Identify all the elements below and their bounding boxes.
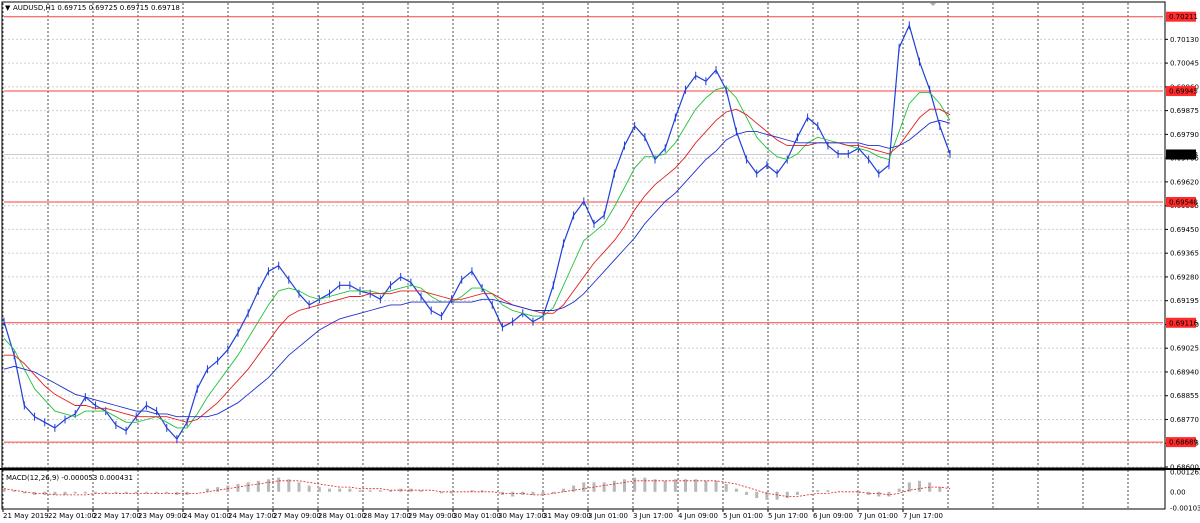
time-label: 4 Jun 09:00: [678, 512, 718, 520]
time-label: 28 May 17:00: [363, 512, 411, 520]
symbol-header: AUDUSD,H1 0.69715 0.69725 0.69715 0.6971…: [13, 4, 180, 12]
current-price-label: 0.69718: [1169, 151, 1198, 159]
time-label: 22 May 17:00: [93, 512, 141, 520]
trading-chart[interactable]: ▼ AUDUSD,H1 0.69715 0.69725 0.69715 0.69…: [0, 0, 1200, 523]
chart-background: [0, 0, 1200, 523]
price-tick-label: 0.68855: [1170, 392, 1199, 400]
price-tick-label: 0.69280: [1170, 273, 1199, 281]
level-tag-label: 0.70211: [1169, 13, 1198, 21]
macd-tick-label: -0.001032: [1170, 505, 1200, 513]
time-label: 24 May 01:00: [183, 512, 231, 520]
macd-header: MACD(12,26,9) -0.000053 0.000431: [6, 474, 133, 482]
level-tag-label: 0.69548: [1169, 199, 1198, 207]
price-tick-label: 0.70045: [1170, 60, 1199, 68]
price-tick-label: 0.69620: [1170, 178, 1199, 186]
level-tag-label: 0.69116: [1169, 319, 1198, 327]
time-label: 5 Jun 01:00: [723, 512, 763, 520]
price-tick-label: 0.69875: [1170, 107, 1199, 115]
time-label: 29 May 09:00: [408, 512, 456, 520]
time-label: 27 May 09:00: [273, 512, 321, 520]
level-tag-label: 0.69945: [1169, 88, 1198, 96]
price-tick-label: 0.68770: [1170, 416, 1199, 424]
level-tag-label: 0.68689: [1169, 439, 1198, 447]
price-tick-label: 0.69025: [1170, 345, 1199, 353]
time-label: 7 Jun 01:00: [858, 512, 898, 520]
price-tick-label: 0.69450: [1170, 226, 1199, 234]
time-label: 28 May 01:00: [318, 512, 366, 520]
time-label: 22 May 01:00: [48, 512, 96, 520]
price-tick-label: 0.69365: [1170, 250, 1199, 258]
time-label: 21 May 2019: [3, 512, 49, 520]
price-tick-label: 0.69195: [1170, 297, 1199, 305]
time-label: 30 May 01:00: [453, 512, 501, 520]
time-label: 6 Jun 09:00: [813, 512, 853, 520]
symbol-dropdown-icon[interactable]: ▼: [5, 4, 11, 12]
time-label: 3 Jun 17:00: [633, 512, 673, 520]
time-label: 3 Jun 01:00: [588, 512, 628, 520]
time-label: 23 May 09:00: [138, 512, 186, 520]
price-tick-label: 0.70130: [1170, 36, 1199, 44]
macd-tick-label: 0.00: [1170, 488, 1186, 496]
time-label: 24 May 17:00: [228, 512, 276, 520]
chart-canvas[interactable]: ▼ AUDUSD,H1 0.69715 0.69725 0.69715 0.69…: [0, 0, 1200, 523]
price-tick-label: 0.68940: [1170, 368, 1199, 376]
time-label: 31 May 09:00: [543, 512, 591, 520]
macd-tick-label: 0.001262: [1170, 469, 1200, 477]
price-tick-label: 0.69790: [1170, 131, 1199, 139]
time-label: 7 Jun 17:00: [903, 512, 943, 520]
time-label: 5 Jun 17:00: [768, 512, 808, 520]
time-label: 30 May 17:00: [498, 512, 546, 520]
